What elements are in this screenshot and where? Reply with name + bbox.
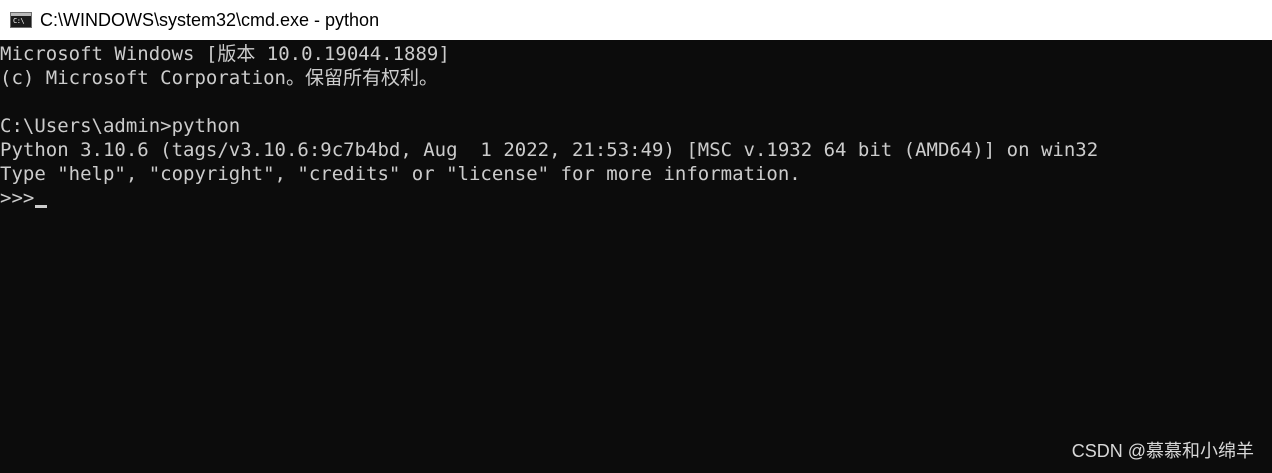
console-line: C:\Users\admin>python	[0, 115, 241, 137]
console-line: Type "help", "copyright", "credits" or "…	[0, 163, 801, 185]
python-prompt: >>>	[0, 187, 35, 209]
watermark: CSDN @慕慕和小绵羊	[1071, 441, 1254, 461]
console-line: (c) Microsoft Corporation。保留所有权利。	[0, 67, 438, 89]
window-title: C:\WINDOWS\system32\cmd.exe - python	[40, 9, 380, 30]
cmd-icon-glyph: C:\	[13, 17, 25, 25]
cmd-icon[interactable]: C:\	[10, 12, 32, 28]
cmd-window: C:\ C:\WINDOWS\system32\cmd.exe - python…	[0, 0, 1272, 473]
console-output[interactable]: Microsoft Windows [版本 10.0.19044.1889] (…	[0, 42, 1272, 473]
text-cursor	[35, 205, 48, 208]
console-line: Microsoft Windows [版本 10.0.19044.1889]	[0, 43, 450, 65]
title-bar[interactable]: C:\ C:\WINDOWS\system32\cmd.exe - python	[0, 0, 1272, 40]
python-prompt-line[interactable]: >>>	[0, 186, 1272, 210]
console-line: Python 3.10.6 (tags/v3.10.6:9c7b4bd, Aug…	[0, 139, 1099, 161]
